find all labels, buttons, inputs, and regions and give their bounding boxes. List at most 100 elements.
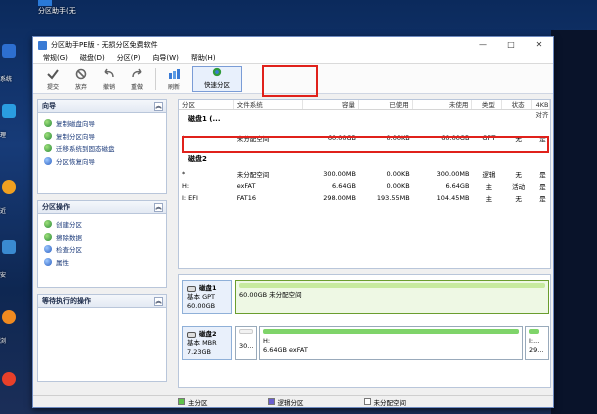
menu-wizard[interactable]: 向导(W): [146, 53, 184, 63]
op-item-label: 属性: [56, 258, 69, 267]
segment-bar: [263, 329, 519, 334]
col-4k-align[interactable]: 4KB对齐: [532, 100, 551, 119]
title-bar[interactable]: 分区助手PE版 - 无损分区免费软件 — □ ✕: [33, 37, 553, 53]
disk2-efi-size: 29...: [529, 346, 544, 354]
refresh-icon: [169, 69, 180, 79]
operation-icon: [44, 257, 52, 266]
collapse-icon[interactable]: ︽: [154, 101, 163, 111]
desktop-label-3: 近: [0, 208, 7, 215]
main-area: 分区 文件系统 容量 已使用 未使用 类型 状态 4KB对齐 磁盘1 (... …: [178, 99, 551, 389]
cell-type: 主: [485, 195, 493, 203]
disk2-h-size: 6.64GB exFAT: [263, 346, 308, 354]
col-used[interactable]: 已使用: [359, 100, 413, 109]
undo-button[interactable]: 撤销: [95, 65, 123, 93]
table-row[interactable]: * 未分配空间 300.00MB 0.00KB 300.00MB 逻辑 无 是: [179, 168, 550, 180]
apply-label: 提交: [46, 84, 59, 91]
cell-status: 无: [515, 195, 522, 203]
legend-unallocated: 未分配空间: [363, 397, 406, 407]
op-check-partition[interactable]: 检查分区: [44, 243, 160, 256]
minimize-button[interactable]: —: [469, 37, 497, 53]
wizard-migrate-os[interactable]: 迁移系统到固态磁盘: [44, 142, 160, 155]
wizard-panel: 向导 ︽ 复制磁盘向导 复制分区向导 迁移系统到固态磁盘 分区恢复向导: [37, 99, 167, 194]
pending-ops-header[interactable]: 等待执行的操作 ︽: [38, 295, 166, 308]
menu-general[interactable]: 常规(G): [37, 53, 74, 63]
disk1-info[interactable]: 磁盘1 基本 GPT 60.00GB: [182, 280, 232, 314]
settings-icon[interactable]: [2, 104, 16, 118]
close-button[interactable]: ✕: [525, 37, 553, 53]
wizard-copy-partition[interactable]: 复制分区向导: [44, 130, 160, 143]
wizard-panel-header[interactable]: 向导 ︽: [38, 100, 166, 113]
maximize-button[interactable]: □: [497, 37, 525, 53]
browser-icon[interactable]: [2, 310, 16, 324]
wizard-icon: [44, 119, 52, 128]
desktop-label-5: 浏: [0, 338, 7, 345]
wizard-partition-recovery[interactable]: 分区恢复向导: [44, 155, 160, 168]
disk1-unallocated-segment[interactable]: 60.00GB 未分配空间: [235, 280, 549, 314]
desktop-label-1: 系统: [0, 76, 13, 83]
wizard-item-label: 迁移系统到固态磁盘: [56, 145, 115, 154]
table-row[interactable]: H: exFAT 6.64GB 0.00KB 6.64GB 主 活动 是: [179, 180, 550, 192]
col-type[interactable]: 类型: [472, 100, 503, 109]
app-icon-orange[interactable]: [2, 180, 16, 194]
op-properties[interactable]: 属性: [44, 256, 160, 269]
cell-status: 活动: [512, 183, 526, 191]
legend-logical: 逻辑分区: [267, 397, 304, 407]
operation-icon: [44, 220, 52, 229]
partition-assistant-window: 分区助手PE版 - 无损分区免费软件 — □ ✕ 常规(G) 磁盘(D) 分区(…: [32, 36, 554, 408]
op-wipe-data[interactable]: 擦除数据: [44, 231, 160, 244]
menu-bar: 常规(G) 磁盘(D) 分区(P) 向导(W) 帮助(H): [33, 53, 553, 64]
disk1-segment-label: 60.00GB 未分配空间: [239, 291, 302, 299]
computer-icon[interactable]: [2, 44, 16, 58]
cell-unused: 6.64GB: [445, 182, 470, 190]
disk2-map-size: 7.23GB: [187, 348, 211, 356]
col-capacity[interactable]: 容量: [303, 100, 359, 109]
menu-disk[interactable]: 磁盘(D): [74, 53, 111, 63]
col-partition[interactable]: 分区: [179, 100, 234, 109]
toolbar-separator: [155, 68, 156, 90]
primary-swatch: [178, 398, 185, 405]
menu-help[interactable]: 帮助(H): [185, 53, 222, 63]
refresh-button[interactable]: 刷新: [160, 65, 188, 93]
cell-4k-align: 是: [539, 183, 546, 191]
partition-ops-header[interactable]: 分区操作 ︽: [38, 201, 166, 214]
col-filesystem[interactable]: 文件系统: [234, 100, 304, 109]
desktop-shortcut-label[interactable]: 分区助手(无: [38, 6, 76, 16]
disk2-map-name: 磁盘2: [199, 330, 217, 338]
table-row[interactable]: I: EFI FAT16 298.00MB 193.55MB 104.45MB …: [179, 192, 550, 204]
refresh-label: 刷新: [167, 84, 180, 91]
legend-logical-label: 逻辑分区: [277, 398, 304, 407]
collapse-icon[interactable]: ︽: [154, 296, 163, 306]
op-create-partition[interactable]: 创建分区: [44, 218, 160, 231]
table-header: 分区 文件系统 容量 已使用 未使用 类型 状态 4KB对齐: [179, 100, 551, 119]
cell-type: 主: [485, 183, 493, 191]
app-icon-red[interactable]: [2, 372, 16, 386]
disk-icon: [187, 285, 196, 292]
collapse-icon[interactable]: ︽: [154, 202, 163, 212]
discard-label: 放弃: [74, 84, 87, 91]
undo-label: 撤销: [102, 84, 115, 91]
disk2-map-type: 基本 MBR: [187, 339, 217, 347]
disk2-efi-segment[interactable]: I:... 29...: [525, 326, 549, 360]
redo-label: 重做: [130, 84, 143, 91]
disk2-h-label: H:: [263, 337, 271, 345]
disk2-info[interactable]: 磁盘2 基本 MBR 7.23GB: [182, 326, 232, 360]
op-item-label: 擦除数据: [56, 233, 82, 242]
wizard-icon: [44, 131, 52, 140]
apply-button[interactable]: 提交: [39, 65, 67, 93]
disk2-unallocated-segment[interactable]: 30...: [235, 326, 257, 360]
disk1-title[interactable]: 磁盘1 (...: [179, 110, 550, 124]
redo-button[interactable]: 重做: [123, 65, 151, 93]
quick-partition-button[interactable]: 快速分区: [192, 66, 242, 92]
col-unused[interactable]: 未使用: [413, 100, 473, 109]
desktop-right-area: [551, 30, 597, 414]
app-logo-icon: [38, 40, 47, 50]
discard-button[interactable]: 放弃: [67, 65, 95, 93]
disk2-h-segment[interactable]: H: 6.64GB exFAT: [259, 326, 523, 360]
app-icon-blue[interactable]: [2, 240, 16, 254]
menu-partition[interactable]: 分区(P): [111, 53, 147, 63]
wizard-item-label: 分区恢复向导: [56, 157, 95, 166]
wizard-copy-disk[interactable]: 复制磁盘向导: [44, 117, 160, 130]
cell-unused: 300.00MB: [436, 170, 470, 178]
pending-ops-title: 等待执行的操作: [42, 297, 91, 305]
col-status[interactable]: 状态: [502, 100, 533, 109]
